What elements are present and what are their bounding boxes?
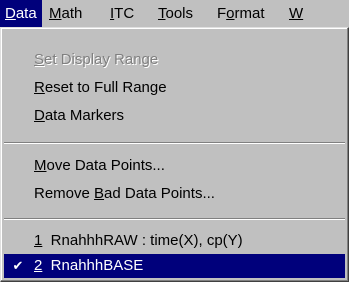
menu-item-label-post: eset to Full Range [44, 79, 167, 96]
menu-item-mnemonic: M [34, 157, 47, 174]
menu-item-reset-to-full-range[interactable]: Reset to Full Range [4, 76, 345, 100]
menu-itc[interactable]: ITC [105, 0, 139, 27]
menu-math-mnemonic: M [49, 5, 62, 22]
menu-format-mnemonic: o [226, 5, 235, 22]
menu-item-label-post: et Display Range [44, 51, 159, 68]
menu-window[interactable]: W [284, 0, 308, 27]
menu-item-label-post: ad Data Points... [104, 185, 215, 202]
menu-separator [4, 218, 345, 220]
menu-item-mnemonic: S [34, 51, 45, 68]
menu-item-label-post: ata Markers [44, 107, 125, 124]
menu-format-label-pre: F [217, 5, 227, 22]
data-dropdown-menu: Set Display Range Reset to Full Range Da… [0, 27, 349, 282]
menu-item-label: 2 RnahhhBASE [34, 254, 143, 278]
menu-math[interactable]: Math [44, 0, 87, 27]
menu-separator [4, 142, 345, 144]
menu-data[interactable]: Data [0, 0, 42, 27]
menu-item-label: Data Markers [34, 104, 124, 128]
menu-bar: Data Math ITC Tools Format W [0, 0, 349, 27]
menu-item-remove-bad-data-points[interactable]: Remove Bad Data Points... [4, 182, 345, 206]
menu-item-label-post: ove Data Points... [46, 157, 165, 174]
menu-item-move-data-points[interactable]: Move Data Points... [4, 154, 345, 178]
menu-item-label-post: RnahhhRAW : time(X), cp(Y) [42, 232, 243, 249]
menu-item-label-post: RnahhhBASE [42, 257, 144, 274]
menu-item-label: 1 RnahhhRAW : time(X), cp(Y) [34, 229, 243, 253]
menu-item-label: Reset to Full Range [34, 76, 167, 100]
menu-math-label-post: ath [61, 5, 83, 22]
menu-format-label-post: rmat [234, 5, 265, 22]
menu-item-mnemonic: R [34, 79, 45, 96]
menu-item-dataset-2[interactable]: ✔ 2 RnahhhBASE [4, 254, 345, 278]
menu-item-label: Remove Bad Data Points... [34, 182, 215, 206]
menu-format[interactable]: Format [212, 0, 270, 27]
menu-item-dataset-1[interactable]: 1 RnahhhRAW : time(X), cp(Y) [4, 229, 345, 253]
menu-item-set-display-range[interactable]: Set Display Range [4, 48, 345, 72]
menu-itc-label-post: TC [114, 5, 135, 22]
menu-window-mnemonic: W [289, 5, 304, 22]
menu-item-mnemonic: B [94, 185, 105, 202]
checkmark-icon: ✔ [12, 258, 24, 273]
menu-tools-label-post: ools [165, 5, 194, 22]
menu-data-label-post: ata [15, 5, 37, 22]
menu-item-data-markers[interactable]: Data Markers [4, 104, 345, 128]
menu-tools-mnemonic: T [158, 5, 166, 22]
menu-item-label: Set Display Range [34, 48, 158, 72]
menu-tools[interactable]: Tools [153, 0, 198, 27]
menu-item-label-pre: Remove [34, 185, 95, 202]
menu-item-mnemonic: D [34, 107, 45, 124]
menu-item-label: Move Data Points... [34, 154, 165, 178]
menu-data-mnemonic: D [5, 5, 16, 22]
